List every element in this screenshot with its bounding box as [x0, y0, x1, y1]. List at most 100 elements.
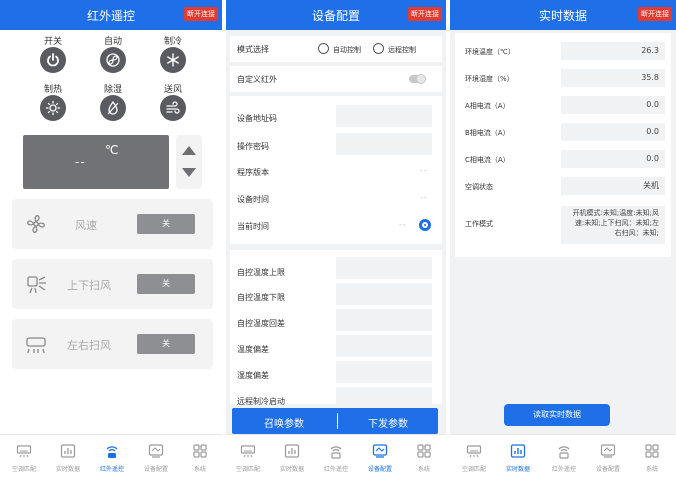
- ambient-temp-label: 环境温度（℃）: [465, 48, 515, 56]
- work-mode-value: 开机模式:未知;温度:未知;风 速:未知;上下扫风：未知;左 右扫风：未知;: [561, 206, 665, 244]
- realtime-data-card: 环境温度（℃） 26.3 环境湿度（%） 35.8 A相电流（A） 0.0 B相…: [455, 33, 671, 257]
- screenshot-stage: 红外遥控 断开连接 开关 自动 制冷 制热 除湿 送风 -- ℃ 风速 关 上下…: [0, 0, 676, 486]
- tab-ac-match[interactable]: 空调匹配: [452, 443, 496, 473]
- humidity-offset-input[interactable]: [336, 361, 432, 383]
- device-config-screen: 设备配置 断开连接 模式选择 自动控制 远程控制 自定义红外 设备地址码 操作密…: [226, 0, 446, 486]
- mode-label: 制冷: [163, 37, 182, 47]
- vertical-swing-icon: [27, 276, 46, 294]
- disconnect-button[interactable]: 断开连接: [638, 7, 672, 21]
- mode-heat-button[interactable]: 制热: [28, 82, 78, 121]
- disconnect-button[interactable]: 断开连接: [408, 7, 442, 21]
- tab-label: 实时数据: [279, 466, 304, 473]
- remote-control-label: 远程控制: [388, 46, 416, 54]
- tab-label: 系统: [193, 466, 206, 473]
- tab-system[interactable]: 系统: [402, 443, 446, 473]
- ac-status-value: 关机: [561, 177, 665, 195]
- phase-c-current-value: 0.0: [561, 150, 665, 168]
- current-time-label: 当前时间: [237, 222, 269, 231]
- recall-params-button[interactable]: 召唤参数: [232, 415, 336, 430]
- mode-label: 自动: [103, 37, 122, 47]
- temperature-display: -- ℃: [23, 135, 169, 189]
- mode-cool-button[interactable]: 制冷: [148, 34, 198, 73]
- temp-hysteresis-input[interactable]: [336, 309, 432, 331]
- temp-down-arrow-icon[interactable]: [182, 168, 196, 177]
- tab-ac-match[interactable]: 空调匹配: [226, 443, 270, 473]
- ir-header: 红外遥控 断开连接: [0, 0, 222, 30]
- fan-icon: [27, 215, 45, 233]
- remote-signal-icon: [558, 446, 570, 459]
- temperature-settings-card: 自控温度上限 自控温度下限 自控温度回差 温度偏差 湿度偏差 远程制冷启动: [230, 250, 442, 409]
- mode-power-button[interactable]: 开关: [28, 34, 78, 73]
- mode-dry-button[interactable]: 除湿: [88, 82, 138, 121]
- current-time-value: --: [399, 220, 407, 229]
- mode-fan-button[interactable]: 送风: [148, 82, 198, 121]
- temperature-unit: ℃: [105, 143, 119, 157]
- horizontal-swing-icon: [26, 337, 46, 354]
- config-header: 设备配置 断开连接: [226, 0, 446, 30]
- tab-realtime[interactable]: 实时数据: [496, 443, 540, 473]
- tab-label: 设备配置: [367, 466, 392, 473]
- send-params-button[interactable]: 下发参数: [338, 415, 438, 430]
- bottom-tab-bar: 空调匹配 实时数据 红外遥控 设备配置 系统: [450, 434, 676, 486]
- custom-ir-toggle[interactable]: [409, 74, 426, 84]
- device-info-card: 设备地址码 操作密码 程序版本 -- 设备时间 -- 当前时间 --: [230, 96, 442, 244]
- mode-label: 开关: [43, 37, 62, 47]
- password-label: 操作密码: [237, 142, 269, 151]
- work-mode-line: 开机模式:未知;温度:未知;风: [572, 209, 659, 217]
- device-config-icon: [148, 444, 164, 458]
- remote-signal-icon: [330, 446, 342, 459]
- swing-vertical-button[interactable]: 关: [137, 274, 195, 294]
- temp-upper-input[interactable]: [336, 257, 432, 279]
- remote-control-radio[interactable]: [373, 43, 384, 54]
- ac-unit-icon: [240, 445, 256, 458]
- ir-remote-screen: 红外遥控 断开连接 开关 自动 制冷 制热 除湿 送风 -- ℃ 风速 关 上下…: [0, 0, 222, 486]
- tab-device-config[interactable]: 设备配置: [134, 443, 178, 473]
- tab-system[interactable]: 系统: [178, 443, 222, 473]
- device-config-icon: [600, 444, 616, 458]
- mode-label: 除湿: [103, 85, 122, 95]
- swing-horizontal-label: 左右扫风: [67, 339, 111, 352]
- tab-ac-match[interactable]: 空调匹配: [2, 443, 46, 473]
- mode-auto-button[interactable]: 自动: [88, 34, 138, 73]
- device-address-input[interactable]: [336, 105, 432, 127]
- work-mode-line: 右扫风：未知;: [614, 229, 659, 237]
- tab-system[interactable]: 系统: [630, 443, 674, 473]
- phase-b-current-value: 0.0: [561, 123, 665, 141]
- tab-ir-remote[interactable]: 红外遥控: [542, 443, 586, 473]
- password-input[interactable]: [336, 133, 432, 155]
- tab-label: 红外遥控: [551, 466, 576, 473]
- auto-control-radio[interactable]: [318, 43, 329, 54]
- remote-signal-icon: [106, 446, 118, 458]
- remote-cool-input[interactable]: [336, 387, 432, 409]
- temperature-value: --: [75, 155, 86, 169]
- temp-up-arrow-icon[interactable]: [182, 146, 196, 155]
- sync-time-icon[interactable]: [419, 219, 431, 231]
- ambient-temp-value: 26.3: [561, 42, 665, 60]
- work-mode-label: 工作模式: [465, 220, 493, 228]
- bottom-tab-bar: 空调匹配 实时数据 红外遥控 设备配置 系统: [226, 434, 446, 486]
- param-action-bar: 召唤参数 下发参数: [232, 408, 438, 434]
- mode-label: 制热: [43, 85, 62, 95]
- fan-speed-button[interactable]: 关: [137, 214, 195, 234]
- tab-label: 设备配置: [143, 466, 168, 473]
- wind-icon: [160, 95, 186, 121]
- tab-realtime[interactable]: 实时数据: [46, 443, 90, 473]
- swing-vertical-card: 上下扫风 关: [12, 259, 213, 309]
- sun-icon: [40, 95, 66, 121]
- swing-horizontal-card: 左右扫风 关: [12, 319, 213, 369]
- tab-device-config[interactable]: 设备配置: [358, 443, 402, 473]
- firmware-value: --: [420, 166, 428, 175]
- temp-offset-input[interactable]: [336, 335, 432, 357]
- disconnect-button[interactable]: 断开连接: [184, 7, 218, 21]
- tab-label: 实时数据: [505, 466, 530, 473]
- tab-ir-remote[interactable]: 红外遥控: [90, 443, 134, 473]
- read-realtime-button[interactable]: 读取实时数据: [504, 404, 610, 426]
- tab-device-config[interactable]: 设备配置: [586, 443, 630, 473]
- tab-ir-remote[interactable]: 红外遥控: [314, 443, 358, 473]
- phase-b-current-label: B相电流（A）: [465, 129, 510, 137]
- power-icon: [40, 47, 66, 73]
- temp-lower-input[interactable]: [336, 283, 432, 305]
- fan-speed-label: 风速: [75, 219, 97, 232]
- swing-horizontal-button[interactable]: 关: [137, 334, 195, 354]
- tab-realtime[interactable]: 实时数据: [270, 443, 314, 473]
